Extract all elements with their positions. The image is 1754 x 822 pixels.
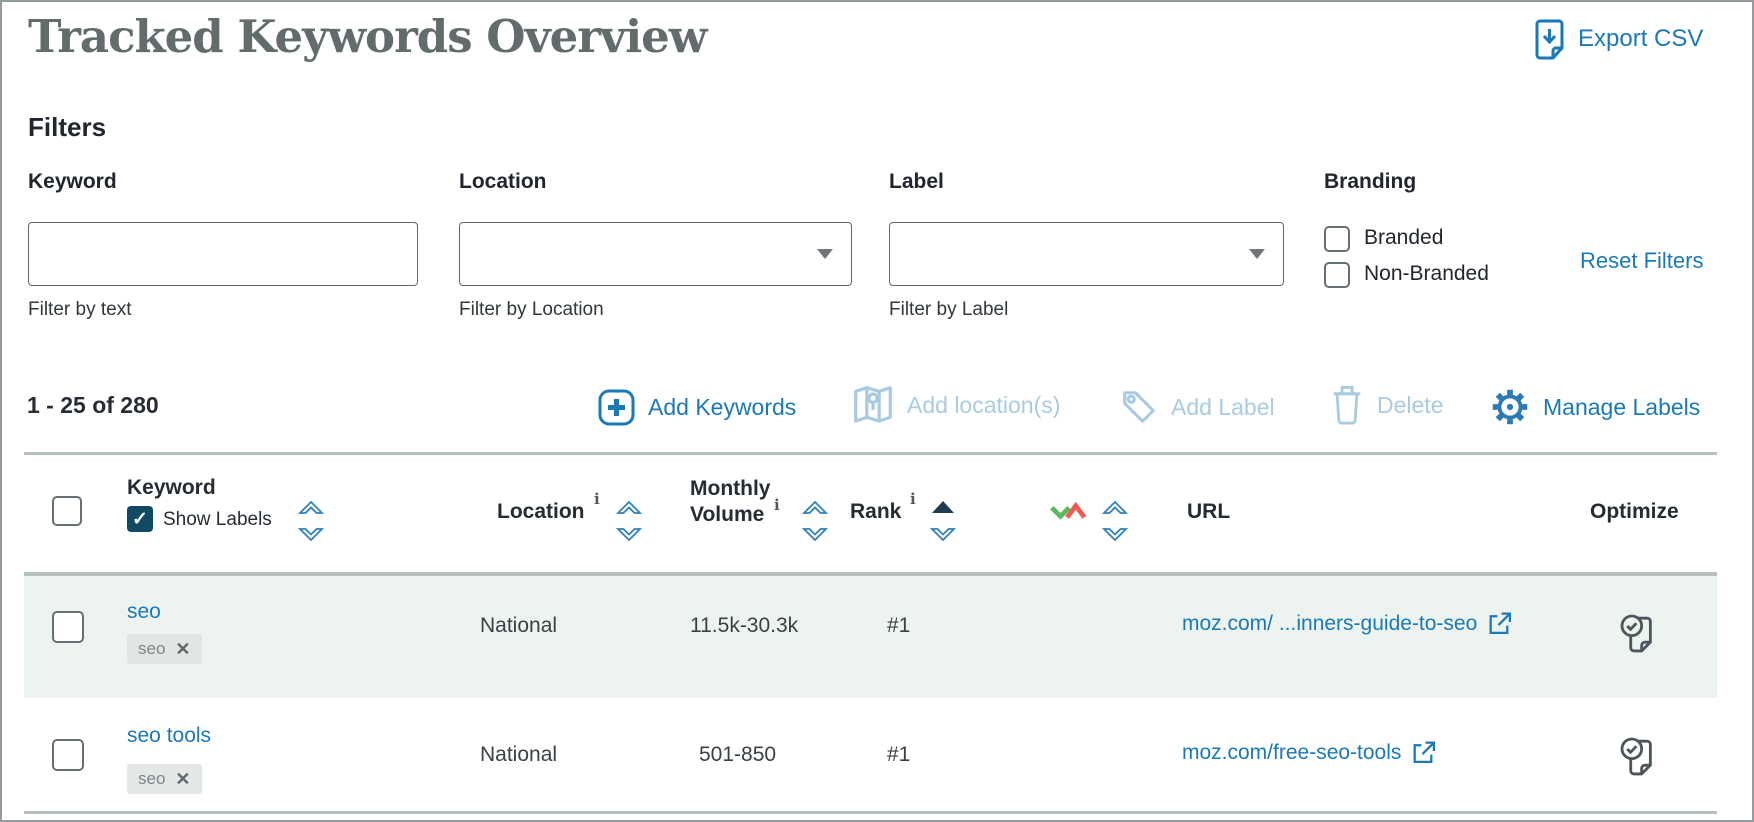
location-filter-dropdown[interactable] bbox=[459, 222, 852, 286]
location-filter-help: Filter by Location bbox=[459, 299, 604, 321]
caret-down-icon bbox=[817, 249, 833, 259]
column-header-optimize: Optimize bbox=[1590, 500, 1679, 524]
column-header-location[interactable]: Location bbox=[497, 500, 585, 524]
keyword-filter-field bbox=[28, 222, 418, 286]
non-branded-checkbox[interactable] bbox=[1324, 262, 1350, 288]
external-link-icon[interactable] bbox=[1410, 739, 1437, 766]
sort-volume-icon[interactable] bbox=[802, 497, 828, 545]
location-cell: National bbox=[480, 743, 557, 767]
url-cell: moz.com/ ...inners-guide-to-seo bbox=[1182, 610, 1513, 637]
delete-label: Delete bbox=[1377, 392, 1443, 419]
location-cell: National bbox=[480, 614, 557, 638]
non-branded-checkbox-label: Non-Branded bbox=[1364, 262, 1489, 286]
gear-icon bbox=[1490, 387, 1530, 427]
export-csv-icon bbox=[1534, 19, 1565, 60]
external-link-icon[interactable] bbox=[1486, 610, 1513, 637]
export-csv-label: Export CSV bbox=[1578, 25, 1703, 53]
column-header-rank[interactable]: Rank bbox=[850, 500, 901, 524]
sort-rank-active-icon[interactable] bbox=[930, 497, 956, 545]
info-icon[interactable]: i bbox=[594, 490, 600, 508]
table-row bbox=[24, 576, 1717, 698]
label-filter-help: Filter by Label bbox=[889, 299, 1008, 321]
label-filter-label: Label bbox=[889, 170, 944, 194]
keyword-link[interactable]: seo tools bbox=[127, 724, 211, 748]
manage-labels-button[interactable]: Manage Labels bbox=[1490, 384, 1700, 430]
add-keywords-label: Add Keywords bbox=[648, 394, 796, 421]
label-chip-text: seo bbox=[138, 639, 165, 659]
add-label-button[interactable]: Add Label bbox=[1120, 384, 1275, 430]
url-cell: moz.com/free-seo-tools bbox=[1182, 739, 1437, 766]
sort-rank-change-icon[interactable] bbox=[1102, 497, 1128, 545]
row-checkbox[interactable] bbox=[52, 611, 84, 643]
url-link[interactable]: moz.com/ ...inners-guide-to-seo bbox=[1182, 612, 1477, 636]
manage-labels-label: Manage Labels bbox=[1543, 394, 1700, 421]
label-filter-dropdown[interactable] bbox=[889, 222, 1284, 286]
add-keywords-button[interactable]: Add Keywords bbox=[598, 384, 796, 430]
keyword-filter-input[interactable] bbox=[29, 223, 445, 285]
add-label-label: Add Label bbox=[1171, 394, 1275, 421]
branded-checkbox-label: Branded bbox=[1364, 226, 1443, 250]
filters-heading: Filters bbox=[28, 112, 106, 143]
add-locations-button[interactable]: Add location(s) bbox=[852, 382, 1060, 428]
map-pin-icon bbox=[852, 384, 894, 426]
optimize-icon[interactable] bbox=[1616, 610, 1664, 658]
trash-icon bbox=[1330, 384, 1364, 426]
location-filter-label: Location bbox=[459, 170, 547, 194]
column-header-url[interactable]: URL bbox=[1187, 500, 1230, 524]
show-labels-label: Show Labels bbox=[163, 509, 272, 531]
delete-button[interactable]: Delete bbox=[1330, 382, 1443, 428]
divider bbox=[24, 452, 1717, 455]
chip-remove-icon[interactable]: ✕ bbox=[175, 770, 190, 788]
pagination-count: 1 - 25 of 280 bbox=[27, 392, 159, 419]
sort-keyword-icon[interactable] bbox=[298, 497, 324, 545]
rank-cell: #1 bbox=[887, 743, 910, 767]
export-csv-button[interactable]: Export CSV bbox=[1534, 16, 1703, 62]
row-checkbox[interactable] bbox=[52, 739, 84, 771]
keyword-filter-help: Filter by text bbox=[28, 299, 131, 321]
keyword-filter-label: Keyword bbox=[28, 170, 117, 194]
monthly-volume-cell: 501-850 bbox=[699, 743, 776, 767]
optimize-icon[interactable] bbox=[1616, 733, 1664, 781]
column-header-keyword[interactable]: Keyword bbox=[127, 476, 216, 500]
keyword-link[interactable]: seo bbox=[127, 600, 161, 624]
label-chip: seo ✕ bbox=[127, 764, 202, 794]
branded-checkbox[interactable] bbox=[1324, 226, 1350, 252]
caret-down-icon bbox=[1249, 249, 1265, 259]
reset-filters-link[interactable]: Reset Filters bbox=[1580, 248, 1703, 274]
plus-icon bbox=[598, 389, 635, 426]
sort-location-icon[interactable] bbox=[616, 497, 642, 545]
rank-cell: #1 bbox=[887, 614, 910, 638]
rank-change-icon bbox=[1048, 501, 1094, 524]
info-icon[interactable]: i bbox=[774, 496, 780, 514]
tracked-keywords-page: Tracked Keywords Overview Export CSV Fil… bbox=[0, 0, 1754, 822]
show-labels-checkbox[interactable]: ✓ bbox=[127, 506, 153, 532]
info-icon[interactable]: i bbox=[910, 490, 916, 508]
monthly-volume-cell: 11.5k-30.3k bbox=[690, 614, 798, 638]
branding-label: Branding bbox=[1324, 170, 1416, 194]
url-link[interactable]: moz.com/free-seo-tools bbox=[1182, 741, 1401, 765]
label-chip: seo ✕ bbox=[127, 634, 202, 664]
divider bbox=[24, 811, 1717, 814]
tag-icon bbox=[1120, 388, 1158, 426]
page-title: Tracked Keywords Overview bbox=[28, 10, 707, 63]
add-locations-label: Add location(s) bbox=[907, 392, 1060, 419]
chip-remove-icon[interactable]: ✕ bbox=[175, 640, 190, 658]
label-chip-text: seo bbox=[138, 769, 165, 789]
select-all-checkbox[interactable] bbox=[52, 496, 82, 526]
